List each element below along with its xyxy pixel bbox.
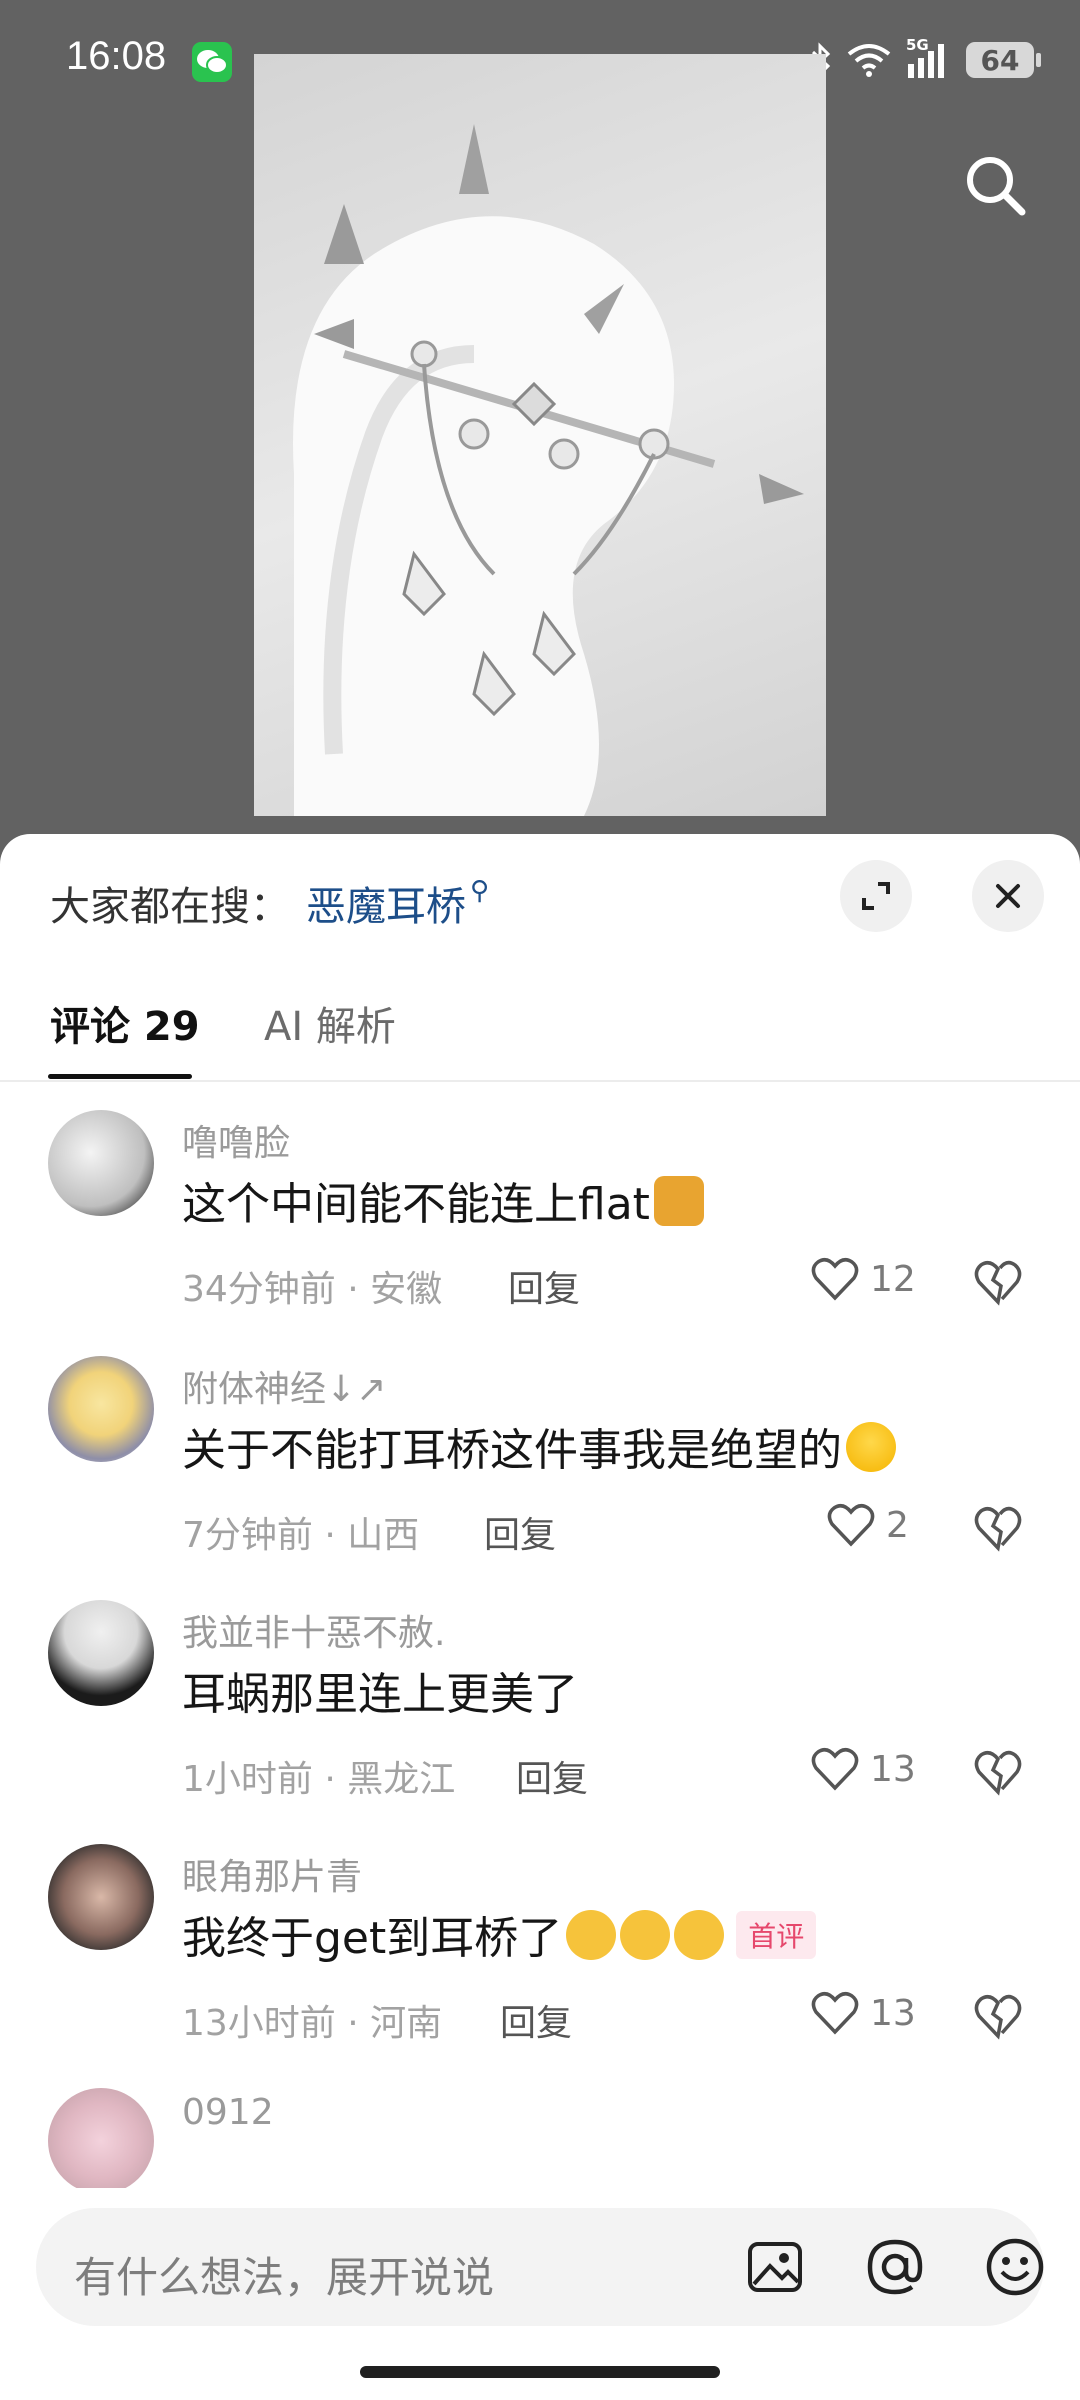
heart-icon — [811, 1258, 859, 1301]
first-comment-badge: 首评 — [736, 1911, 817, 1959]
reply-button[interactable]: 回复 — [500, 1994, 572, 2046]
comment-text: 耳蜗那里连上更美了 — [182, 1658, 578, 1722]
close-button[interactable] — [972, 860, 1044, 932]
heart-icon — [811, 1748, 859, 1791]
heart-icon — [827, 1504, 875, 1547]
comment-text: 我终于get到耳桥了 首评 — [182, 1902, 817, 1966]
comment-sheet: 大家都在搜： 恶魔耳桥 ⚲ 评论 29 AI 解析 噜噜脸 这个中间能不能连上f… — [0, 834, 1080, 2400]
at-icon[interactable] — [862, 2234, 928, 2300]
tab-ai-analysis[interactable]: AI 解析 — [264, 994, 396, 1052]
bear-emoji-icon — [653, 1176, 704, 1226]
comment-username[interactable]: 附体神经↓↗ — [182, 1360, 386, 1412]
comment-item: 噜噜脸 这个中间能不能连上flat 34分钟前 · 安徽 回复 12 — [0, 1110, 1080, 1356]
reply-button[interactable]: 回复 — [484, 1506, 556, 1558]
hot-search-term[interactable]: 恶魔耳桥 — [306, 874, 466, 932]
comment-meta: 1小时前 · 黑龙江 — [182, 1759, 456, 1800]
broken-heart-icon[interactable] — [972, 1502, 1024, 1554]
comment-body: 我终于get到耳桥了 — [182, 1913, 563, 1964]
home-indicator[interactable] — [360, 2366, 720, 2378]
comment-username[interactable]: 噜噜脸 — [182, 1114, 290, 1166]
battery-icon: 64 — [966, 42, 1041, 78]
pleading-emoji-icon — [620, 1910, 671, 1960]
comment-body: 耳蜗那里连上更美了 — [182, 1669, 578, 1720]
comment-item: 眼角那片青 我终于get到耳桥了 首评 13小时前 · 河南 回复 13 — [0, 1844, 1080, 2090]
comment-input-bar[interactable]: 有什么想法，展开说说 — [36, 2208, 1044, 2326]
wechat-icon — [192, 42, 232, 82]
comment-item: 我並非十惡不赦. 耳蜗那里连上更美了 1小时前 · 黑龙江 回复 13 — [0, 1600, 1080, 1846]
comment-item: 附体神经↓↗ 关于不能打耳桥这件事我是绝望的 7分钟前 · 山西 回复 2 — [0, 1356, 1080, 1602]
comment-meta: 34分钟前 · 安徽 — [182, 1269, 443, 1310]
like-button[interactable]: 13 — [810, 1746, 916, 1792]
like-button[interactable]: 13 — [810, 1990, 916, 2036]
avatar[interactable] — [48, 1600, 154, 1706]
like-button[interactable]: 2 — [826, 1502, 909, 1548]
like-button[interactable]: 12 — [810, 1256, 916, 1302]
comment-username[interactable]: 0912 — [182, 2092, 274, 2133]
comment-text: 关于不能打耳桥这件事我是绝望的 — [182, 1414, 896, 1478]
comment-input[interactable]: 有什么想法，展开说说 — [74, 2244, 494, 2305]
comment-username[interactable]: 眼角那片青 — [182, 1848, 362, 1900]
hot-search-row: 大家都在搜： 恶魔耳桥 ⚲ — [50, 874, 489, 932]
close-icon — [996, 884, 1020, 908]
battery-level: 64 — [980, 43, 1020, 77]
comment-username[interactable]: 我並非十惡不赦. — [182, 1604, 445, 1656]
comment-meta: 7分钟前 · 山西 — [182, 1515, 420, 1556]
search-icon[interactable] — [960, 150, 1032, 222]
image-icon[interactable] — [742, 2234, 808, 2300]
avatar[interactable] — [48, 2088, 154, 2188]
avatar[interactable] — [48, 1844, 154, 1950]
expand-icon — [862, 882, 890, 910]
comment-text: 这个中间能不能连上flat — [182, 1168, 704, 1232]
broken-heart-icon[interactable] — [972, 1256, 1024, 1308]
hot-search-icon: ⚲ — [470, 876, 490, 906]
pleading-emoji-icon — [566, 1910, 617, 1960]
expand-button[interactable] — [840, 860, 912, 932]
signal-icon: 5G — [906, 36, 952, 80]
tab-comments[interactable]: 评论 29 — [50, 994, 200, 1052]
like-count: 12 — [870, 1258, 916, 1300]
crying-emoji-icon — [846, 1422, 896, 1472]
status-time: 16:08 — [66, 34, 167, 78]
comment-body: 这个中间能不能连上flat — [182, 1179, 650, 1230]
like-count: 13 — [870, 1992, 916, 2034]
reply-button[interactable]: 回复 — [516, 1750, 588, 1802]
avatar[interactable] — [48, 1356, 154, 1462]
heart-icon — [811, 1992, 859, 2035]
pleading-emoji-icon — [674, 1910, 725, 1960]
network-type: 5G — [906, 36, 929, 54]
comment-meta: 13小时前 · 河南 — [182, 2003, 443, 2044]
wifi-icon — [847, 44, 891, 77]
hot-search-label: 大家都在搜： — [50, 884, 290, 930]
emoji-icon[interactable] — [982, 2234, 1048, 2300]
tab-bar: 评论 29 AI 解析 — [0, 984, 1080, 1082]
reply-button[interactable]: 回复 — [508, 1260, 580, 1312]
status-icons: 5G 64 — [810, 36, 1041, 82]
tab-active-indicator — [48, 1074, 192, 1079]
avatar[interactable] — [48, 1110, 154, 1216]
comment-body: 关于不能打耳桥这件事我是绝望的 — [182, 1425, 842, 1476]
like-count: 2 — [886, 1504, 909, 1546]
broken-heart-icon[interactable] — [972, 1990, 1024, 2042]
broken-heart-icon[interactable] — [972, 1746, 1024, 1798]
post-image[interactable] — [254, 54, 826, 816]
comment-item: 0912 — [0, 2088, 1080, 2188]
like-count: 13 — [870, 1748, 916, 1790]
